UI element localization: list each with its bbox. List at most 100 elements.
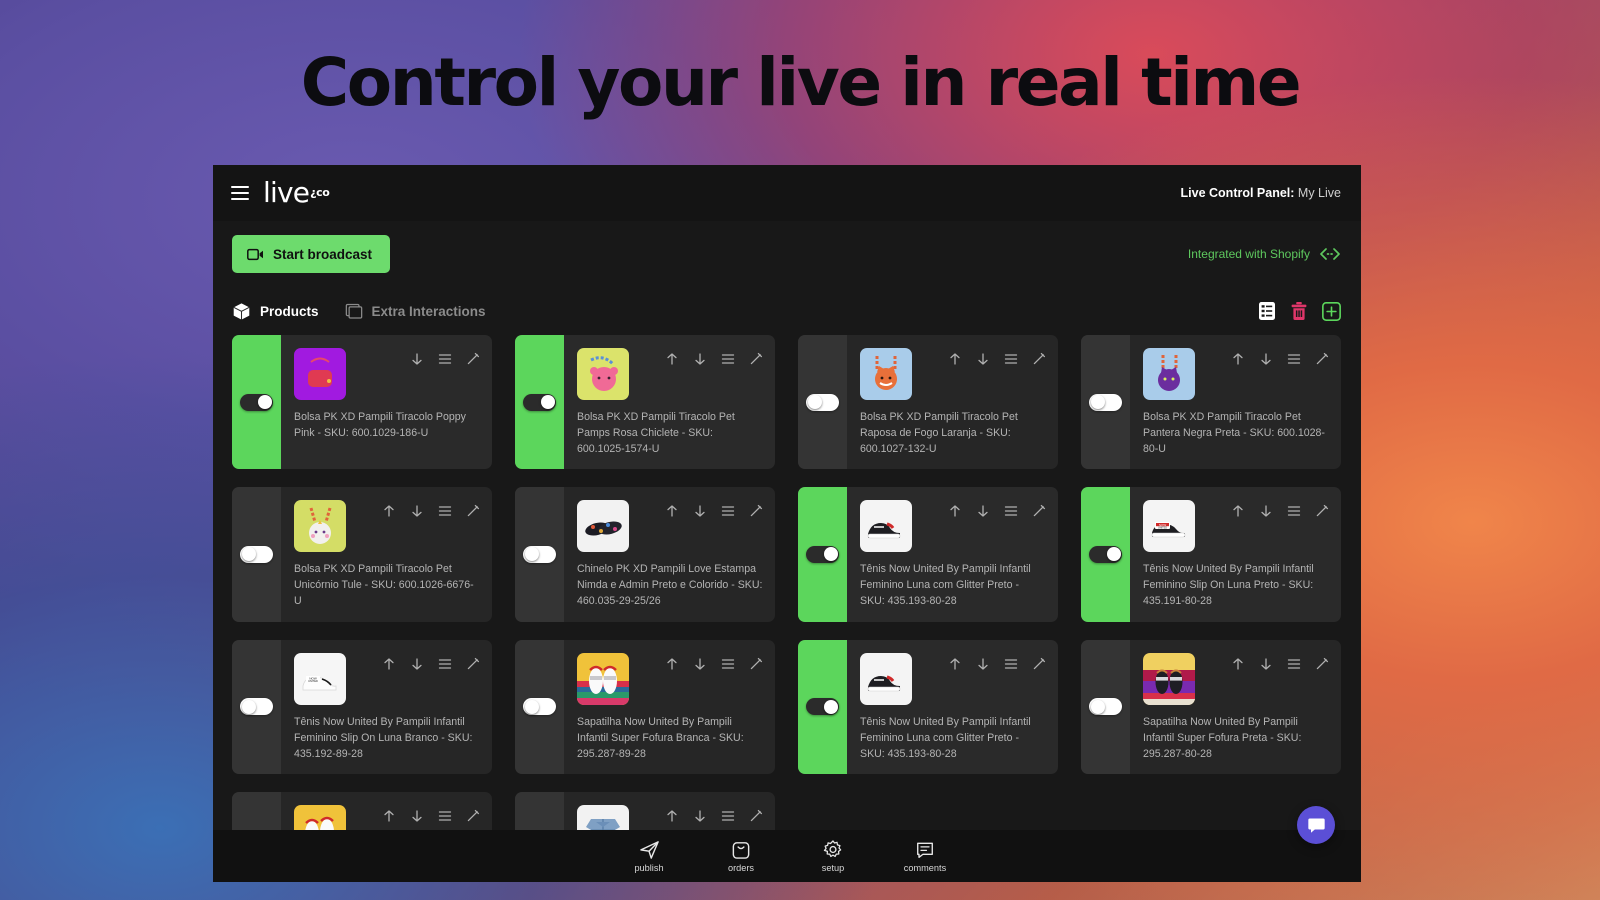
- move-up-icon[interactable]: [665, 504, 679, 518]
- product-active-toggle[interactable]: [232, 791, 281, 830]
- product-card-body: Bolsa PK XD Pampili Tiracolo Pet Unicórn…: [281, 487, 492, 621]
- edit-product-icon[interactable]: [749, 352, 763, 366]
- product-card[interactable]: Bolsa PK XD Pampili Tiracolo Pet Unicórn…: [232, 487, 492, 622]
- shopify-integration-status[interactable]: Integrated with Shopify: [1188, 247, 1341, 261]
- edit-product-icon[interactable]: [1315, 504, 1329, 518]
- tab-products-label: Products: [260, 303, 319, 319]
- edit-product-icon[interactable]: [466, 657, 480, 671]
- edit-product-icon[interactable]: [1315, 657, 1329, 671]
- product-card[interactable]: Bolsa PK XD Pampili Tiracolo Pet Pantera…: [1081, 335, 1341, 470]
- product-variants-icon[interactable]: [438, 809, 452, 823]
- product-card[interactable]: Sapatilha Now United By Pampili Infantil…: [1081, 639, 1341, 774]
- move-up-icon[interactable]: [948, 504, 962, 518]
- trash-icon[interactable]: [1290, 301, 1308, 321]
- move-down-icon[interactable]: [693, 504, 707, 518]
- move-up-icon[interactable]: [382, 504, 396, 518]
- move-down-icon[interactable]: [976, 352, 990, 366]
- tab-products[interactable]: Products: [232, 302, 319, 321]
- product-active-toggle[interactable]: [515, 791, 564, 830]
- product-card[interactable]: Tênis Now United By Pampili Infantil Fem…: [798, 487, 1058, 622]
- edit-product-icon[interactable]: [1032, 657, 1046, 671]
- move-up-icon[interactable]: [665, 809, 679, 823]
- nav-item-publish[interactable]: publish: [620, 839, 678, 873]
- nav-item-setup[interactable]: setup: [804, 839, 862, 873]
- move-down-icon[interactable]: [693, 352, 707, 366]
- edit-product-icon[interactable]: [466, 809, 480, 823]
- move-up-icon[interactable]: [1231, 657, 1245, 671]
- nav-item-comments[interactable]: comments: [896, 840, 954, 873]
- product-card[interactable]: NOW UNITED Tênis Now United By Pampili In…: [1081, 487, 1341, 622]
- product-thumbnail: [577, 652, 629, 705]
- product-variants-icon[interactable]: [438, 657, 452, 671]
- product-variants-icon[interactable]: [1287, 504, 1301, 518]
- product-active-toggle[interactable]: [232, 487, 281, 622]
- product-variants-icon[interactable]: [721, 352, 735, 366]
- product-active-toggle[interactable]: [1081, 487, 1130, 622]
- edit-product-icon[interactable]: [1032, 504, 1046, 518]
- edit-product-icon[interactable]: [1032, 352, 1046, 366]
- product-card[interactable]: [232, 791, 492, 830]
- edit-product-icon[interactable]: [749, 657, 763, 671]
- tab-extra-interactions[interactable]: Extra Interactions: [345, 302, 486, 320]
- product-variants-icon[interactable]: [438, 352, 452, 366]
- list-view-icon[interactable]: [1258, 301, 1276, 321]
- edit-product-icon[interactable]: [1315, 352, 1329, 366]
- move-down-icon[interactable]: [410, 504, 424, 518]
- product-variants-icon[interactable]: [1287, 657, 1301, 671]
- move-down-icon[interactable]: [1259, 657, 1273, 671]
- product-variants-icon[interactable]: [1287, 352, 1301, 366]
- edit-product-icon[interactable]: [466, 504, 480, 518]
- edit-product-icon[interactable]: [749, 809, 763, 823]
- product-active-toggle[interactable]: [798, 335, 847, 470]
- move-up-icon[interactable]: [948, 352, 962, 366]
- product-card[interactable]: Sapatilha Now United By Pampili Infantil…: [515, 639, 775, 774]
- product-card[interactable]: [515, 791, 775, 830]
- move-up-icon[interactable]: [1231, 504, 1245, 518]
- product-variants-icon[interactable]: [721, 809, 735, 823]
- move-down-icon[interactable]: [1259, 504, 1273, 518]
- products-scroll-area[interactable]: Bolsa PK XD Pampili Tiracolo Poppy Pink …: [213, 335, 1361, 830]
- product-card[interactable]: Chinelo PK XD Pampili Love Estampa Nimda…: [515, 487, 775, 622]
- product-variants-icon[interactable]: [1004, 352, 1018, 366]
- hamburger-icon[interactable]: [231, 186, 249, 200]
- add-plus-icon[interactable]: [1322, 301, 1341, 321]
- move-down-icon[interactable]: [410, 809, 424, 823]
- edit-product-icon[interactable]: [749, 504, 763, 518]
- move-down-icon[interactable]: [1259, 352, 1273, 366]
- move-up-icon[interactable]: [382, 657, 396, 671]
- product-variants-icon[interactable]: [721, 504, 735, 518]
- product-card[interactable]: Tênis Now United By Pampili Infantil Fem…: [798, 639, 1058, 774]
- start-broadcast-button[interactable]: Start broadcast: [232, 235, 391, 273]
- move-down-icon[interactable]: [693, 657, 707, 671]
- move-down-icon[interactable]: [693, 809, 707, 823]
- product-active-toggle[interactable]: [515, 335, 564, 470]
- product-variants-icon[interactable]: [1004, 657, 1018, 671]
- move-down-icon[interactable]: [410, 657, 424, 671]
- product-card[interactable]: Bolsa PK XD Pampili Tiracolo Pet Raposa …: [798, 335, 1058, 470]
- product-active-toggle[interactable]: [515, 639, 564, 774]
- product-active-toggle[interactable]: [1081, 639, 1130, 774]
- product-card[interactable]: NOW UNITED Tênis Now United By Pampili In…: [232, 639, 492, 774]
- move-down-icon[interactable]: [410, 352, 424, 366]
- product-active-toggle[interactable]: [232, 335, 281, 470]
- edit-product-icon[interactable]: [466, 352, 480, 366]
- product-active-toggle[interactable]: [1081, 335, 1130, 470]
- move-up-icon[interactable]: [1231, 352, 1245, 366]
- move-up-icon[interactable]: [382, 809, 396, 823]
- move-up-icon[interactable]: [665, 352, 679, 366]
- product-active-toggle[interactable]: [515, 487, 564, 622]
- move-up-icon[interactable]: [665, 657, 679, 671]
- product-active-toggle[interactable]: [798, 639, 847, 774]
- product-variants-icon[interactable]: [1004, 504, 1018, 518]
- move-up-icon[interactable]: [948, 657, 962, 671]
- product-active-toggle[interactable]: [232, 639, 281, 774]
- product-variants-icon[interactable]: [721, 657, 735, 671]
- product-card[interactable]: Bolsa PK XD Pampili Tiracolo Pet Pamps R…: [515, 335, 775, 470]
- product-variants-icon[interactable]: [438, 504, 452, 518]
- move-down-icon[interactable]: [976, 504, 990, 518]
- product-active-toggle[interactable]: [798, 487, 847, 622]
- chat-fab-button[interactable]: [1297, 806, 1335, 844]
- nav-item-orders[interactable]: orders: [712, 839, 770, 873]
- product-card[interactable]: Bolsa PK XD Pampili Tiracolo Poppy Pink …: [232, 335, 492, 470]
- move-down-icon[interactable]: [976, 657, 990, 671]
